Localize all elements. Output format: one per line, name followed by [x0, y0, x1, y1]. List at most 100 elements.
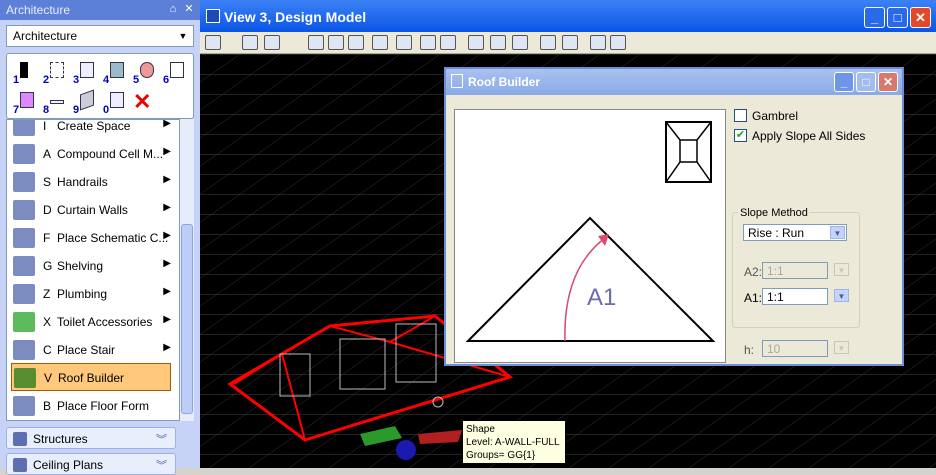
slope-method-select[interactable]: Rise : Run ▼ [743, 224, 847, 241]
submenu-arrow-icon: ▶ [163, 286, 171, 297]
view-next-icon[interactable] [512, 35, 528, 50]
minimize-button[interactable]: _ [864, 7, 885, 28]
walk-icon[interactable] [468, 35, 484, 50]
submenu-arrow-icon: ▶ [163, 174, 171, 185]
maximize-button[interactable]: □ [887, 7, 908, 28]
apply-slope-label: Apply Slope All Sides [752, 129, 866, 143]
tool-4-view-icon[interactable]: 4 [101, 60, 127, 86]
rotate-view-icon[interactable] [420, 35, 436, 50]
handrails-icon [13, 172, 35, 192]
view-title: View 3, Design Model [224, 9, 367, 25]
chevron-down-icon[interactable]: ▼ [174, 27, 192, 45]
structures-icon [13, 432, 27, 446]
list-item[interactable]: D Curtain Walls ▶ [7, 196, 179, 224]
view-attributes-icon[interactable] [205, 35, 221, 50]
scrollbar-thumb[interactable] [181, 224, 193, 414]
schematic-icon [13, 228, 35, 248]
curtain-walls-icon [13, 200, 35, 220]
tool-grid: 1 2 3 4 5 6 7 8 9 0 ✕ [6, 53, 194, 119]
dialog-minimize-button[interactable]: _ [834, 72, 854, 92]
list-item-selected[interactable]: V Roof Builder [11, 363, 171, 391]
apply-slope-checkbox[interactable]: ✔ [734, 129, 747, 142]
gambrel-label: Gambrel [752, 109, 799, 123]
element-tooltip: Shape Level: A-WALL-FULL Groups= GG{1} [462, 420, 566, 464]
camera-icon[interactable] [590, 35, 606, 50]
tool-0-properties-icon[interactable]: 0 [101, 90, 127, 116]
list-item[interactable]: A Compound Cell M... ▶ [7, 140, 179, 168]
roof-builder-dialog: Roof Builder _ □ ✕ A1 Gambrel ✔ Apply Sl… [444, 67, 904, 366]
display-style-icon[interactable] [242, 35, 258, 50]
task-list: I Create Space ▶ A Compound Cell M... ▶ S Han… [6, 119, 180, 421]
list-item[interactable]: G Shelving ▶ [7, 252, 179, 280]
tool-5-palette-icon[interactable]: 5 [131, 60, 157, 86]
a1-label: A1: [744, 291, 763, 305]
roof-builder-icon [14, 368, 36, 388]
update-view-icon[interactable] [308, 35, 324, 50]
window-area-icon[interactable] [372, 35, 388, 50]
submenu-arrow-icon: ▶ [163, 230, 171, 241]
lighting-icon[interactable] [264, 35, 280, 50]
chevron-down-icon: ▼ [830, 226, 845, 239]
submenu-arrow-icon: ▶ [163, 202, 171, 213]
pin-icon[interactable]: ⌂ [166, 2, 180, 16]
view-toolbar [200, 32, 936, 54]
view-previous-icon[interactable] [490, 35, 506, 50]
zoom-in-icon[interactable] [328, 35, 344, 50]
list-item[interactable]: F Place Schematic C... ▶ [7, 224, 179, 252]
a1-dropdown-icon[interactable]: ▼ [834, 289, 849, 302]
stair-icon [13, 340, 35, 360]
a2-label: A2: [744, 265, 763, 279]
list-item[interactable]: C Place Stair ▶ [7, 336, 179, 364]
a1-field[interactable]: 1:1 [762, 288, 828, 305]
list-item[interactable]: X Toilet Accessories ▶ [7, 308, 179, 336]
pan-view-icon[interactable] [440, 35, 456, 50]
workflow-select[interactable]: Architecture ▼ [6, 25, 194, 47]
slope-method-label: Slope Method [738, 207, 810, 219]
saved-view-icon[interactable] [610, 35, 626, 50]
create-space-icon [13, 120, 35, 136]
h-dropdown-icon: ▼ [834, 341, 849, 354]
h-label: h: [744, 343, 755, 357]
tool-6-resize-icon[interactable]: 6 [161, 60, 187, 86]
tool-7-level-icon[interactable]: 7 [11, 90, 37, 116]
tool-8-measure-icon[interactable]: 8 [41, 90, 67, 116]
tool-3-element-icon[interactable]: 3 [71, 60, 97, 86]
submenu-arrow-icon: ▶ [163, 119, 171, 129]
panel-title: Architecture [6, 3, 71, 17]
list-item[interactable]: S Handrails ▶ [7, 168, 179, 196]
close-button[interactable]: ✕ [910, 7, 931, 28]
h-field: 10 [762, 340, 828, 357]
panel-title-bar: Architecture ⌂ ✕ [0, 0, 200, 20]
compound-cell-icon [13, 144, 35, 164]
list-item[interactable]: I Create Space ▶ [7, 119, 179, 140]
fit-view-icon[interactable] [396, 35, 412, 50]
tool-2-fence-icon[interactable]: 2 [41, 60, 67, 86]
zoom-out-icon[interactable] [348, 35, 364, 50]
delete-icon[interactable]: ✕ [129, 90, 155, 116]
clip-volume-icon[interactable] [540, 35, 556, 50]
panel-close-icon[interactable]: ✕ [182, 2, 196, 16]
list-item[interactable]: B Place Floor Form [7, 392, 179, 420]
gambrel-checkbox[interactable] [734, 109, 747, 122]
clip-mask-icon[interactable] [562, 35, 578, 50]
tasks-panel: Architecture ⌂ ✕ Architecture ▼ 1 2 3 4 … [0, 0, 200, 475]
dialog-title-bar[interactable]: Roof Builder _ □ ✕ [446, 69, 902, 95]
view-title-bar: View 3, Design Model _ □ ✕ [200, 0, 936, 32]
tool-9-ruler-icon[interactable]: 9 [71, 89, 97, 116]
submenu-arrow-icon: ▶ [163, 314, 171, 325]
roof-profile [465, 216, 716, 342]
group-ceiling-plans[interactable]: Ceiling Plans ︾ [6, 453, 176, 475]
toilet-accessories-icon [13, 312, 35, 332]
roof-preview: A1 [454, 109, 726, 363]
list-item[interactable]: Z Plumbing ▶ [7, 280, 179, 308]
task-list-scrollbar[interactable] [180, 119, 194, 421]
dialog-close-button[interactable]: ✕ [878, 72, 898, 92]
chevron-down-icon: ︾ [156, 460, 167, 472]
view-window-icon [206, 9, 220, 23]
group-structures[interactable]: Structures ︾ [6, 427, 176, 449]
dialog-maximize-button: □ [856, 72, 876, 92]
submenu-arrow-icon: ▶ [163, 258, 171, 269]
submenu-arrow-icon: ▶ [163, 342, 171, 353]
floor-form-icon [13, 396, 35, 416]
tool-1-select-icon[interactable]: 1 [11, 60, 37, 86]
